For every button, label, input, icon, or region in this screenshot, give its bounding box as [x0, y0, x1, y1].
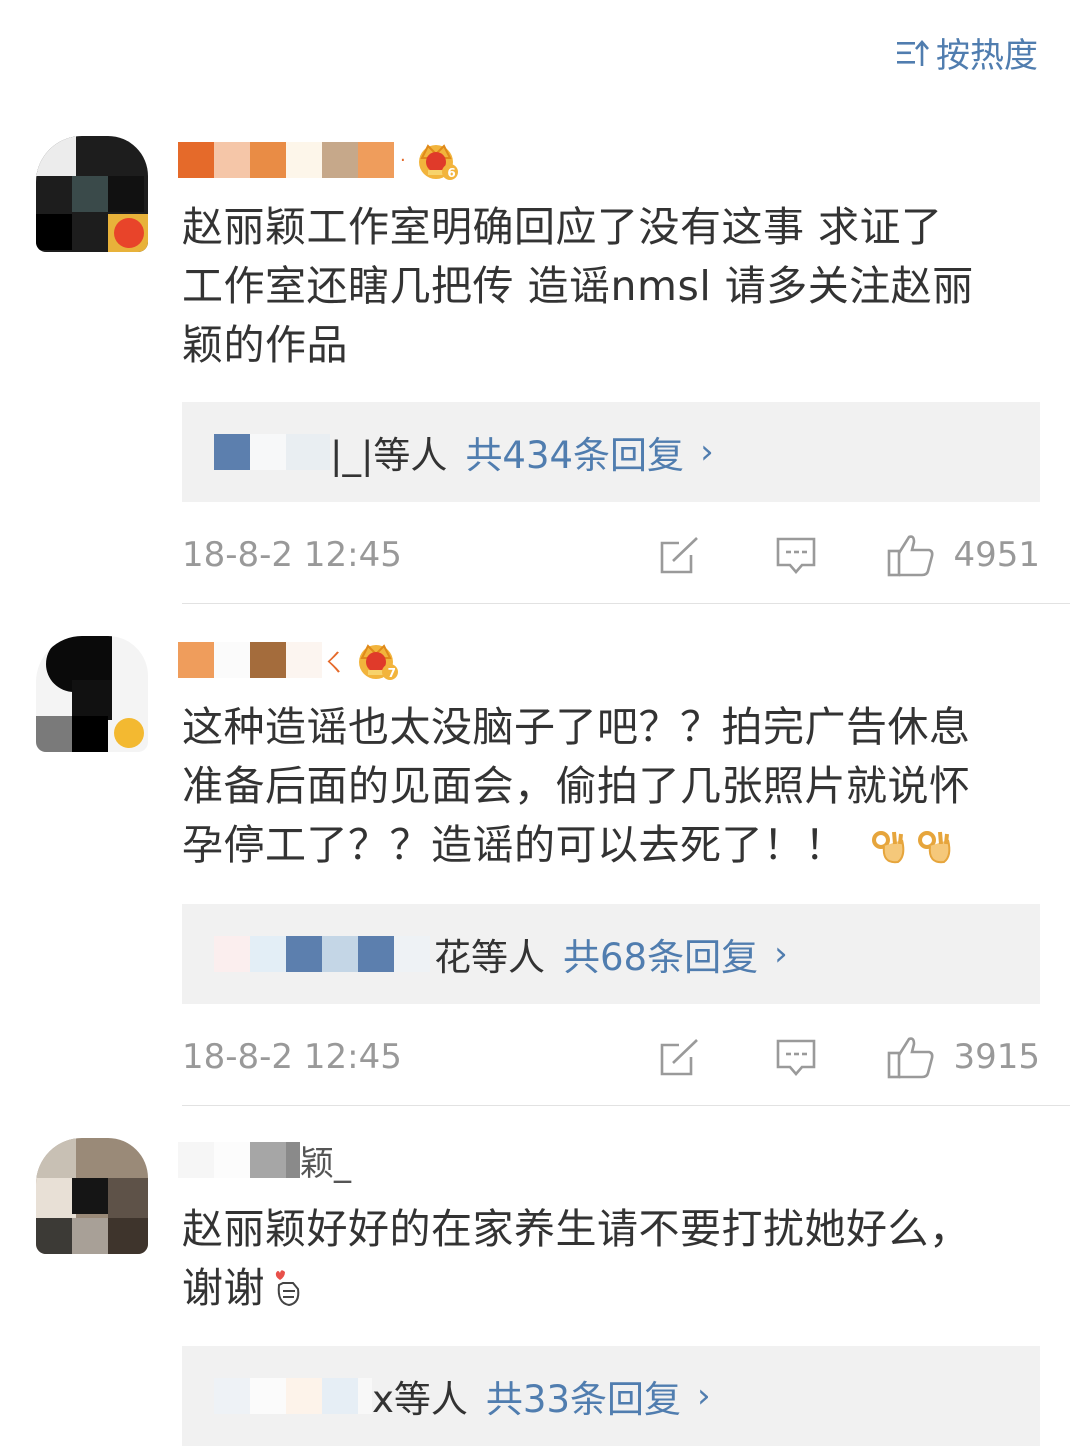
chevron-right-icon: › [697, 1376, 711, 1416]
reply-authors: x等人 [214, 1369, 468, 1423]
avatar[interactable] [36, 1138, 148, 1254]
replies-preview[interactable]: x等人 共33条回复 › [182, 1346, 1040, 1446]
chevron-right-icon: › [700, 432, 714, 472]
reply-authors: 花等人 [214, 927, 545, 981]
comment-button[interactable] [775, 1037, 817, 1077]
ok-hand-emoji-icon [914, 826, 954, 866]
divider [182, 1105, 1070, 1106]
reply-count-link[interactable]: 共68条回复 › [563, 927, 788, 981]
sort-by-hot-button[interactable]: 按热度 [896, 28, 1038, 77]
like-button[interactable]: 3915 [887, 1035, 1040, 1079]
chevron-right-icon: › [774, 934, 788, 974]
comment-meta: 18-8-2 12:45 3915 [182, 1032, 1040, 1082]
replies-preview[interactable]: 花等人 共68条回复 › [182, 904, 1040, 1004]
like-count: 3915 [953, 1037, 1040, 1077]
finger-heart-emoji-icon [273, 1269, 303, 1309]
like-count: 4951 [953, 535, 1040, 575]
reply-count-link[interactable]: 共434条回复 › [465, 425, 713, 479]
sort-label: 按热度 [936, 36, 1038, 76]
sort-icon [897, 39, 929, 66]
comment-text: 赵丽颖工作室明确回应了没有这事 求证了 工作室还瞎几把传 造谣nmsl 请多关注… [182, 203, 974, 369]
reply-authors: |_|等人 [214, 425, 447, 479]
timestamp: 18-8-2 12:45 [182, 535, 402, 575]
like-button[interactable]: 4951 [887, 533, 1040, 577]
replies-preview[interactable]: |_|等人 共434条回复 › [182, 402, 1040, 502]
username[interactable]: 颖_ [178, 1142, 351, 1184]
timestamp: 18-8-2 12:45 [182, 1037, 402, 1077]
crown-badge-icon: 6 [414, 138, 460, 182]
username[interactable]: ㄑ 7 [178, 642, 400, 680]
divider [182, 603, 1070, 604]
share-icon [661, 1039, 699, 1076]
thumbs-up-icon [888, 1037, 934, 1079]
share-button[interactable] [659, 535, 701, 575]
comment-icon [777, 1039, 816, 1076]
share-icon [661, 537, 699, 574]
ok-hand-emoji-icon [868, 826, 908, 866]
avatar[interactable] [36, 136, 148, 252]
share-button[interactable] [659, 1037, 701, 1077]
comment-text: 赵丽颖好好的在家养生请不要打扰她好么， 谢谢 [182, 1205, 971, 1312]
crown-level: 6 [447, 166, 456, 180]
comment-icon [777, 537, 816, 574]
avatar[interactable] [36, 636, 148, 752]
crown-badge-icon: 7 [354, 638, 400, 682]
username[interactable]: · 6 [178, 142, 460, 180]
reply-count-link[interactable]: 共33条回复 › [486, 1369, 711, 1423]
crown-level: 7 [387, 666, 396, 680]
thumbs-up-icon [888, 535, 934, 577]
comment-button[interactable] [775, 535, 817, 575]
comment-meta: 18-8-2 12:45 4951 [182, 530, 1040, 580]
comment-text: 这种造谣也太没脑子了吧？？拍完广告休息 准备后面的见面会，偷拍了几张照片就说怀 … [182, 703, 971, 869]
